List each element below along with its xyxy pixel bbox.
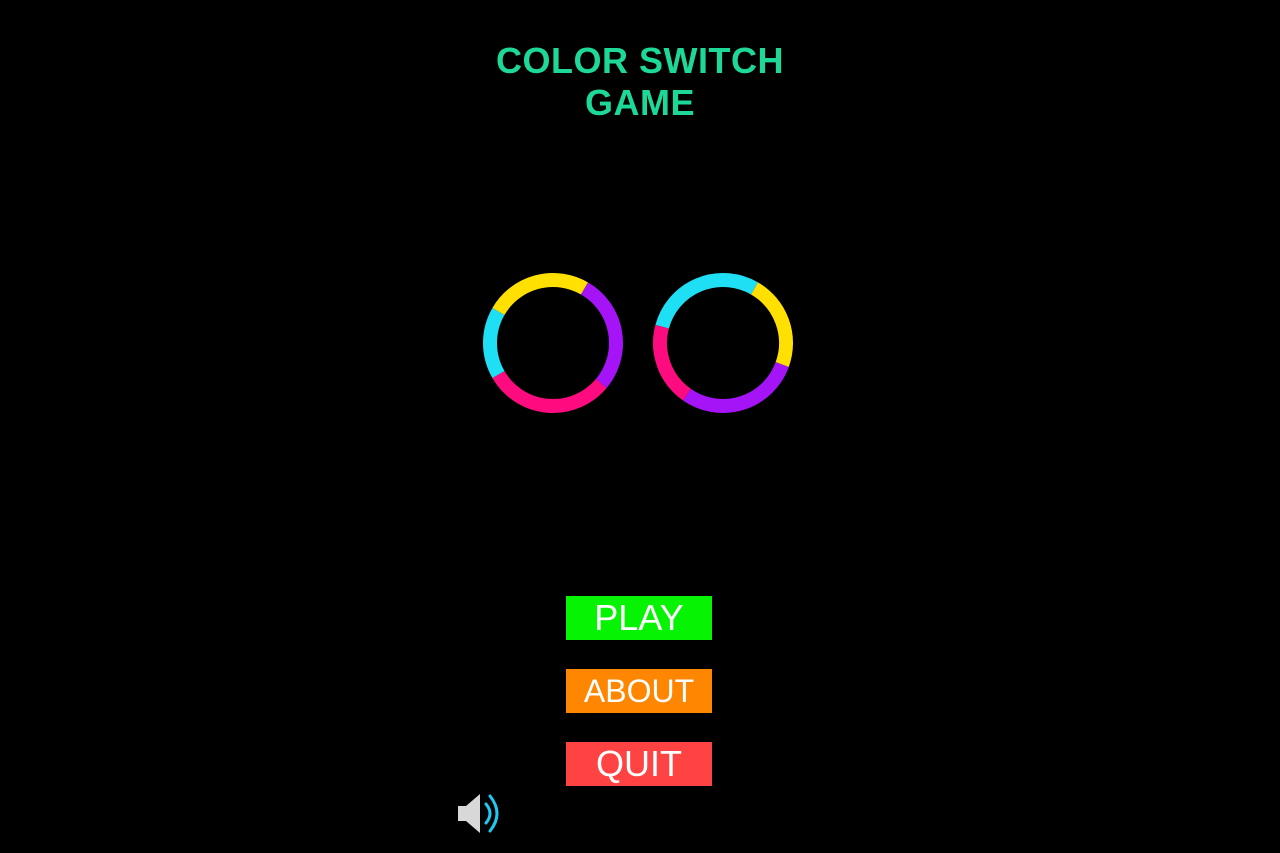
logo-ring-left (483, 273, 623, 413)
right-ring-cyan-segment (655, 273, 758, 329)
game-title: COLOR SWITCH GAME (440, 40, 840, 124)
speaker-on-icon (458, 794, 499, 833)
play-button[interactable]: PLAY (566, 596, 712, 640)
right-ring-yellow-segment (750, 282, 793, 367)
logo-rings (483, 273, 793, 413)
right-ring-purple-segment (682, 361, 789, 413)
about-button[interactable]: ABOUT (566, 669, 712, 713)
logo-ring-right (653, 273, 793, 413)
left-ring-yellow-segment (492, 273, 588, 316)
quit-button[interactable]: QUIT (566, 742, 712, 786)
game-title-line-2: GAME (585, 82, 695, 123)
left-ring-cyan-segment (483, 308, 505, 378)
sound-toggle-button[interactable] (456, 790, 508, 836)
left-ring-purple-segment (580, 282, 623, 388)
game-title-line-1: COLOR SWITCH (496, 40, 784, 81)
left-ring-pink-segment (492, 370, 607, 413)
right-ring-pink-segment (653, 324, 692, 401)
